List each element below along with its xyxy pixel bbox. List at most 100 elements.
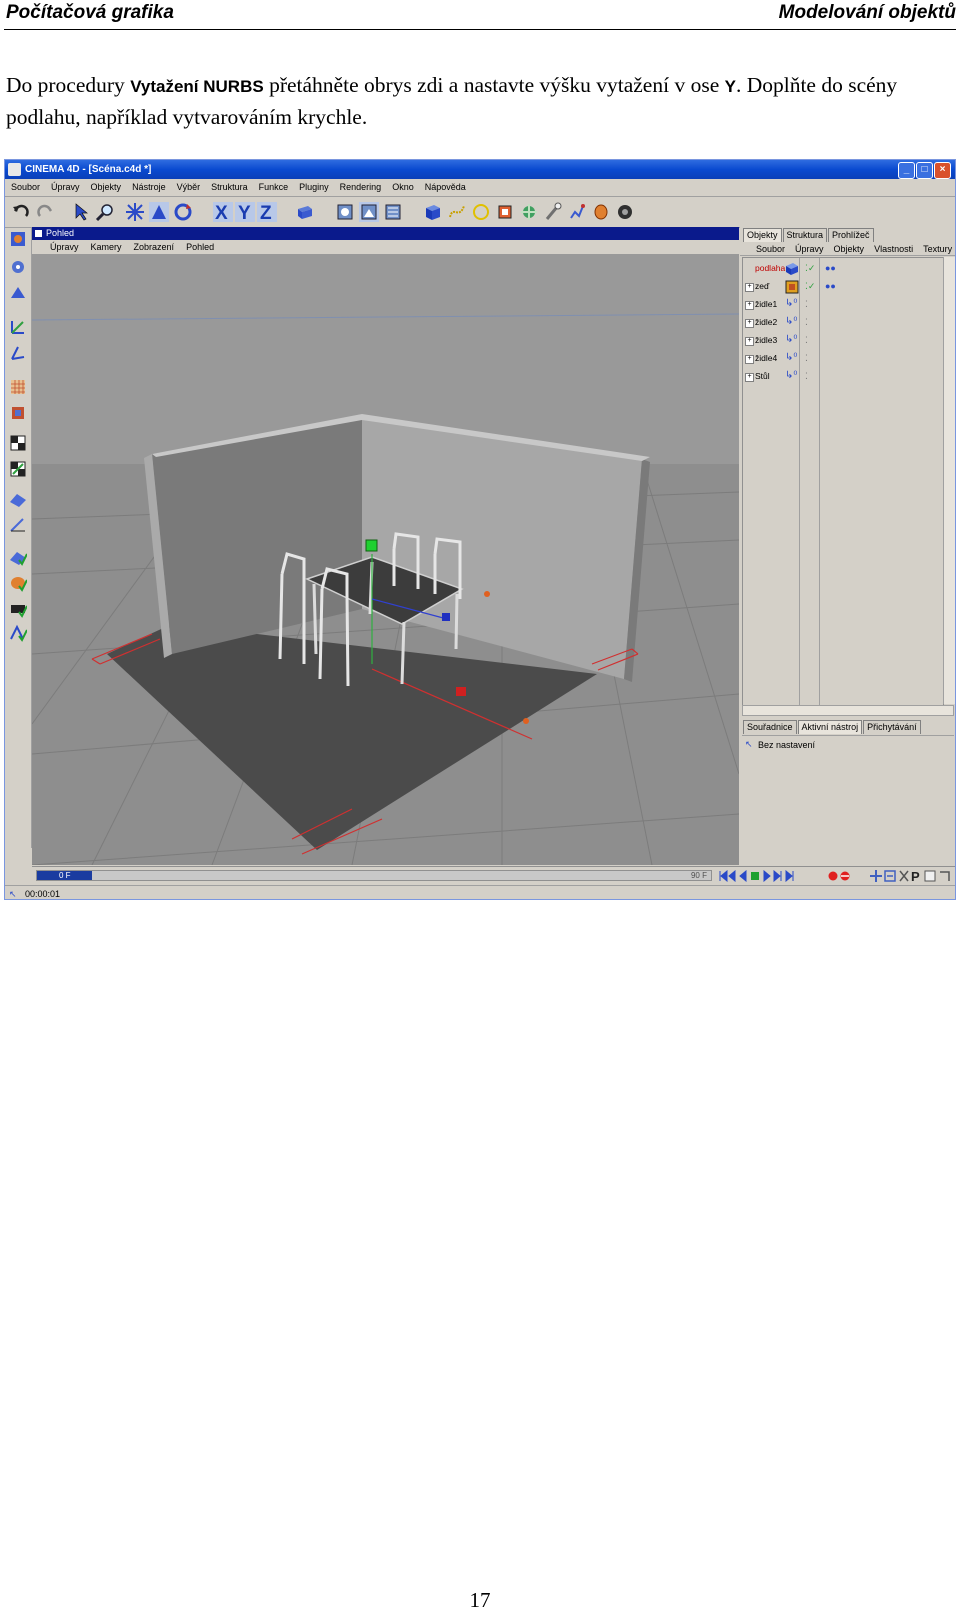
polygon-mode-icon[interactable] [9, 490, 27, 508]
points-mode-icon[interactable] [9, 258, 27, 276]
zoom-icon[interactable] [95, 202, 115, 222]
axis-mode-icon[interactable] [9, 344, 27, 362]
expand-icon[interactable]: + [745, 373, 754, 382]
rotate-icon[interactable] [173, 202, 193, 222]
menu-nastroje[interactable]: Nástroje [132, 179, 166, 196]
modeling-icon[interactable] [519, 202, 539, 222]
checker-icon[interactable] [9, 434, 27, 452]
vp-menu-kamery[interactable]: Kamery [91, 240, 122, 254]
xyz-axis-lock-icon[interactable]: XYZ [213, 202, 277, 222]
record-keys-icon[interactable] [828, 870, 852, 882]
expand-icon[interactable]: + [745, 337, 754, 346]
visible-dots-icon[interactable]: ⁚✓ [805, 281, 815, 292]
menu-soubor[interactable]: Soubor [11, 179, 40, 196]
render-settings-icon[interactable] [383, 202, 403, 222]
playback-controls-icon[interactable] [718, 870, 812, 882]
edge-mode-icon[interactable] [9, 516, 27, 534]
minimize-icon[interactable]: _ [898, 162, 915, 179]
redo-icon[interactable] [35, 202, 55, 222]
tab-prichytavani[interactable]: Přichytávání [863, 720, 921, 734]
tab-prohlizec[interactable]: Prohlížeč [828, 228, 874, 242]
visible-dots-icon[interactable]: ⁚ [805, 299, 808, 310]
spline-circle-icon[interactable] [471, 202, 491, 222]
material-tag-icon[interactable]: ●● [825, 281, 836, 291]
deformer-icon[interactable] [543, 202, 563, 222]
vp-menu-pohled[interactable]: Pohled [186, 240, 214, 254]
object-manager-panel: Objekty Struktura Prohlížeč Soubor Úprav… [740, 227, 955, 865]
make-editable-icon[interactable] [9, 230, 27, 248]
object-mode-icon[interactable] [9, 284, 27, 302]
select-arrow-icon[interactable] [71, 202, 91, 222]
scene-object-icon[interactable] [567, 202, 587, 222]
world-coords-icon[interactable] [295, 202, 315, 222]
texture-axis-icon[interactable] [9, 404, 27, 422]
visible-dots-icon[interactable]: ⁚ [805, 353, 808, 364]
light-icon[interactable] [591, 202, 611, 222]
3d-viewport[interactable]: Pohled Úpravy Kamery Zobrazení Pohled [32, 227, 739, 865]
expand-icon[interactable]: + [745, 301, 754, 310]
om-menu-textury[interactable]: Textury [923, 242, 952, 255]
om-menu-soubor[interactable]: Soubor [756, 242, 785, 255]
object-name: židle2 [755, 317, 778, 327]
object-row-podlaha[interactable]: podlaha ⁚✓ ●● [743, 260, 943, 278]
render-view-icon[interactable] [335, 202, 355, 222]
om-menu-vlastnosti[interactable]: Vlastnosti [874, 242, 913, 255]
texture-mode-icon[interactable] [9, 378, 27, 396]
viewport-square-icon [35, 230, 42, 237]
scene-render[interactable] [32, 254, 739, 865]
menu-vyber[interactable]: Výběr [177, 179, 201, 196]
object-row-zidle1[interactable]: + židle1 ↳⁰ ⁚ [743, 296, 943, 314]
move-icon[interactable] [125, 202, 145, 222]
null-object-icon: ↳⁰ [785, 334, 798, 345]
nurbs-icon[interactable] [495, 202, 515, 222]
animation-mode-icon[interactable] [9, 460, 27, 478]
enable-snapping-icon[interactable] [9, 574, 27, 592]
planar-workplane-icon[interactable] [9, 624, 27, 642]
enable-axis-icon[interactable] [9, 548, 27, 566]
object-row-zidle3[interactable]: + židle3 ↳⁰ ⁚ [743, 332, 943, 350]
visible-dots-icon[interactable]: ⁚✓ [805, 263, 815, 274]
menu-pluginy[interactable]: Pluginy [299, 179, 329, 196]
expand-icon[interactable]: + [745, 319, 754, 328]
camera-icon[interactable] [615, 202, 635, 222]
menu-funkce[interactable]: Funkce [259, 179, 289, 196]
object-row-zed[interactable]: + zeď ⁚✓ ●● [743, 278, 943, 296]
tab-souradnice[interactable]: Souřadnice [743, 720, 797, 734]
timeline-track[interactable]: 0 F 90 F [36, 870, 712, 881]
vp-menu-upravy[interactable]: Úpravy [50, 240, 79, 254]
om-menu-objekty[interactable]: Objekty [834, 242, 865, 255]
object-list-hscroll[interactable] [742, 705, 954, 716]
object-row-zidle2[interactable]: + židle2 ↳⁰ ⁚ [743, 314, 943, 332]
visible-dots-icon[interactable]: ⁚ [805, 371, 808, 382]
tab-struktura[interactable]: Struktura [782, 228, 828, 242]
undo-icon[interactable] [11, 202, 31, 222]
menu-okno[interactable]: Okno [392, 179, 414, 196]
visible-dots-icon[interactable]: ⁚ [805, 335, 808, 346]
menu-objekty[interactable]: Objekty [91, 179, 122, 196]
menu-rendering[interactable]: Rendering [340, 179, 382, 196]
tab-objekty[interactable]: Objekty [743, 228, 782, 242]
expand-icon[interactable]: + [745, 283, 754, 292]
render-picture-icon[interactable] [359, 202, 379, 222]
maximize-icon[interactable]: □ [916, 162, 933, 179]
menu-napoveda[interactable]: Nápověda [425, 179, 466, 196]
object-row-zidle4[interactable]: + židle4 ↳⁰ ⁚ [743, 350, 943, 368]
tab-aktivni-nastroj[interactable]: Aktivní nástroj [797, 720, 863, 734]
visible-dots-icon[interactable]: ⁚ [805, 317, 808, 328]
object-row-stul[interactable]: + Stůl ↳⁰ ⁚ [743, 368, 943, 386]
expand-icon[interactable]: + [745, 355, 754, 364]
keyframe-mode-icons[interactable]: P [870, 869, 952, 883]
om-menu-upravy[interactable]: Úpravy [795, 242, 824, 255]
locked-workplane-icon[interactable] [9, 600, 27, 618]
vp-menu-zobrazeni[interactable]: Zobrazení [134, 240, 175, 254]
cube-primitive-icon[interactable] [423, 202, 443, 222]
spline-pen-icon[interactable] [447, 202, 467, 222]
close-icon[interactable]: × [934, 162, 951, 179]
menu-struktura[interactable]: Struktura [211, 179, 248, 196]
scale-icon[interactable] [149, 202, 169, 222]
material-tag-icon[interactable]: ●● [825, 263, 836, 273]
svg-text:Z: Z [260, 203, 272, 222]
axis-tool-icon[interactable] [9, 318, 27, 336]
object-list-vscroll[interactable] [943, 257, 955, 704]
menu-upravy[interactable]: Úpravy [51, 179, 80, 196]
